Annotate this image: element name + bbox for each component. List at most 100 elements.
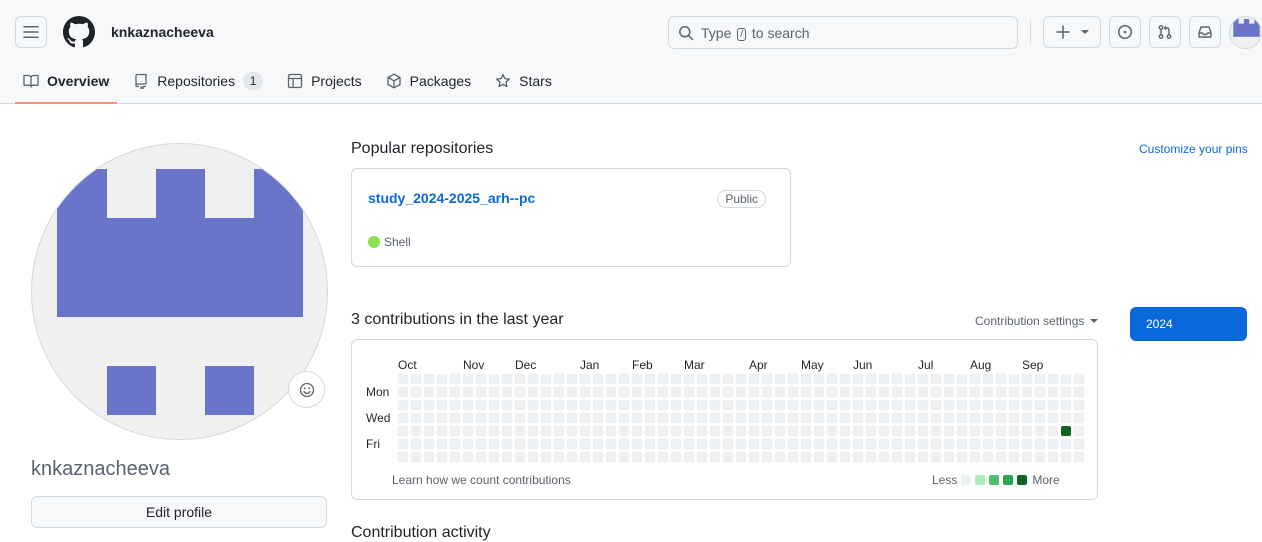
contribution-day-cell[interactable] bbox=[475, 451, 487, 463]
contribution-day-cell[interactable] bbox=[670, 425, 682, 437]
contribution-day-cell[interactable] bbox=[1008, 399, 1020, 411]
contribution-day-cell[interactable] bbox=[397, 386, 409, 398]
contribution-day-cell[interactable] bbox=[800, 399, 812, 411]
contribution-day-cell[interactable] bbox=[722, 373, 734, 385]
contribution-day-cell[interactable] bbox=[865, 412, 877, 424]
contribution-day-cell[interactable] bbox=[1021, 412, 1033, 424]
contribution-day-cell[interactable] bbox=[722, 425, 734, 437]
contribution-day-cell[interactable] bbox=[813, 386, 825, 398]
contribution-day-cell[interactable] bbox=[1021, 373, 1033, 385]
contribution-day-cell[interactable] bbox=[579, 373, 591, 385]
contribution-day-cell[interactable] bbox=[449, 438, 461, 450]
contribution-day-cell[interactable] bbox=[826, 438, 838, 450]
contribution-day-cell[interactable] bbox=[852, 425, 864, 437]
contribution-day-cell[interactable] bbox=[800, 386, 812, 398]
contribution-day-cell[interactable] bbox=[488, 425, 500, 437]
contribution-day-cell[interactable] bbox=[1047, 451, 1059, 463]
contribution-day-cell[interactable] bbox=[618, 451, 630, 463]
contribution-day-cell[interactable] bbox=[969, 386, 981, 398]
contribution-day-cell[interactable] bbox=[1008, 438, 1020, 450]
contribution-day-cell[interactable] bbox=[709, 412, 721, 424]
contribution-day-cell[interactable] bbox=[878, 412, 890, 424]
contribution-day-cell[interactable] bbox=[631, 412, 643, 424]
contribution-day-cell[interactable] bbox=[488, 386, 500, 398]
contribution-day-cell[interactable] bbox=[579, 438, 591, 450]
contribution-day-cell[interactable] bbox=[748, 399, 760, 411]
contribution-day-cell[interactable] bbox=[553, 373, 565, 385]
contribution-day-cell[interactable] bbox=[527, 373, 539, 385]
contribution-day-cell[interactable] bbox=[774, 425, 786, 437]
contribution-day-cell[interactable] bbox=[969, 425, 981, 437]
contribution-day-cell[interactable] bbox=[748, 373, 760, 385]
contribution-day-cell[interactable] bbox=[683, 425, 695, 437]
contribution-day-cell[interactable] bbox=[1047, 386, 1059, 398]
contribution-day-cell[interactable] bbox=[930, 451, 942, 463]
contribution-day-cell[interactable] bbox=[956, 386, 968, 398]
contribution-day-cell[interactable] bbox=[1060, 451, 1072, 463]
contribution-day-cell[interactable] bbox=[696, 399, 708, 411]
contribution-day-cell[interactable] bbox=[956, 438, 968, 450]
contribution-day-cell[interactable] bbox=[501, 399, 513, 411]
contribution-day-cell[interactable] bbox=[1060, 412, 1072, 424]
contribution-day-cell[interactable] bbox=[826, 373, 838, 385]
contribution-day-cell[interactable] bbox=[514, 451, 526, 463]
contribution-day-cell[interactable] bbox=[696, 412, 708, 424]
contribution-day-cell[interactable] bbox=[774, 399, 786, 411]
contribution-day-cell[interactable] bbox=[709, 373, 721, 385]
contribution-day-cell[interactable] bbox=[982, 412, 994, 424]
contribution-day-cell[interactable] bbox=[501, 373, 513, 385]
contribution-day-cell[interactable] bbox=[462, 386, 474, 398]
contribution-day-cell[interactable] bbox=[956, 373, 968, 385]
contribution-day-cell[interactable] bbox=[904, 451, 916, 463]
contribution-day-cell[interactable] bbox=[618, 399, 630, 411]
contribution-day-cell[interactable] bbox=[761, 399, 773, 411]
contribution-day-cell[interactable] bbox=[618, 386, 630, 398]
contribution-day-cell[interactable] bbox=[1021, 386, 1033, 398]
contribution-day-cell[interactable] bbox=[1008, 386, 1020, 398]
contribution-day-cell[interactable] bbox=[1021, 399, 1033, 411]
contribution-day-cell[interactable] bbox=[397, 451, 409, 463]
contribution-day-cell[interactable] bbox=[995, 425, 1007, 437]
contribution-day-cell[interactable] bbox=[800, 425, 812, 437]
contribution-day-cell[interactable] bbox=[436, 451, 448, 463]
create-new-button[interactable] bbox=[1043, 16, 1101, 48]
contribution-day-cell[interactable] bbox=[592, 438, 604, 450]
contribution-day-cell[interactable] bbox=[670, 438, 682, 450]
set-status-button[interactable] bbox=[288, 371, 325, 408]
contribution-day-cell[interactable] bbox=[397, 373, 409, 385]
contribution-day-cell[interactable] bbox=[657, 451, 669, 463]
contribution-day-cell[interactable] bbox=[878, 451, 890, 463]
contribution-day-cell[interactable] bbox=[787, 425, 799, 437]
contribution-day-cell[interactable] bbox=[410, 451, 422, 463]
contribution-day-cell[interactable] bbox=[631, 451, 643, 463]
contribution-day-cell[interactable] bbox=[930, 438, 942, 450]
contribution-day-cell[interactable] bbox=[982, 399, 994, 411]
contribution-day-cell[interactable] bbox=[943, 373, 955, 385]
contribution-day-cell[interactable] bbox=[618, 373, 630, 385]
contribution-day-cell[interactable] bbox=[410, 412, 422, 424]
repo-name-link[interactable]: study_2024-2025_arh--pc bbox=[368, 190, 535, 206]
contribution-day-cell[interactable] bbox=[670, 412, 682, 424]
contribution-day-cell[interactable] bbox=[527, 412, 539, 424]
contribution-day-cell[interactable] bbox=[501, 386, 513, 398]
contribution-day-cell[interactable] bbox=[1034, 386, 1046, 398]
contribution-day-cell[interactable] bbox=[605, 373, 617, 385]
year-2024-button[interactable]: 2024 bbox=[1130, 307, 1247, 341]
contribution-day-cell[interactable] bbox=[553, 451, 565, 463]
contribution-day-cell[interactable] bbox=[1073, 438, 1085, 450]
contribution-day-cell[interactable] bbox=[423, 386, 435, 398]
contribution-day-cell[interactable] bbox=[553, 412, 565, 424]
contribution-day-cell[interactable] bbox=[423, 399, 435, 411]
contribution-day-cell[interactable] bbox=[605, 386, 617, 398]
contribution-day-cell[interactable] bbox=[826, 399, 838, 411]
tab-repositories[interactable]: Repositories 1 bbox=[125, 64, 271, 98]
contribution-day-cell[interactable] bbox=[644, 451, 656, 463]
contribution-day-cell[interactable] bbox=[891, 425, 903, 437]
contribution-day-cell[interactable] bbox=[774, 386, 786, 398]
contribution-day-cell[interactable] bbox=[1008, 425, 1020, 437]
contribution-day-cell[interactable] bbox=[800, 438, 812, 450]
contribution-day-cell[interactable] bbox=[527, 438, 539, 450]
contribution-day-cell[interactable] bbox=[631, 438, 643, 450]
contribution-day-cell[interactable] bbox=[657, 412, 669, 424]
contribution-day-cell[interactable] bbox=[514, 386, 526, 398]
